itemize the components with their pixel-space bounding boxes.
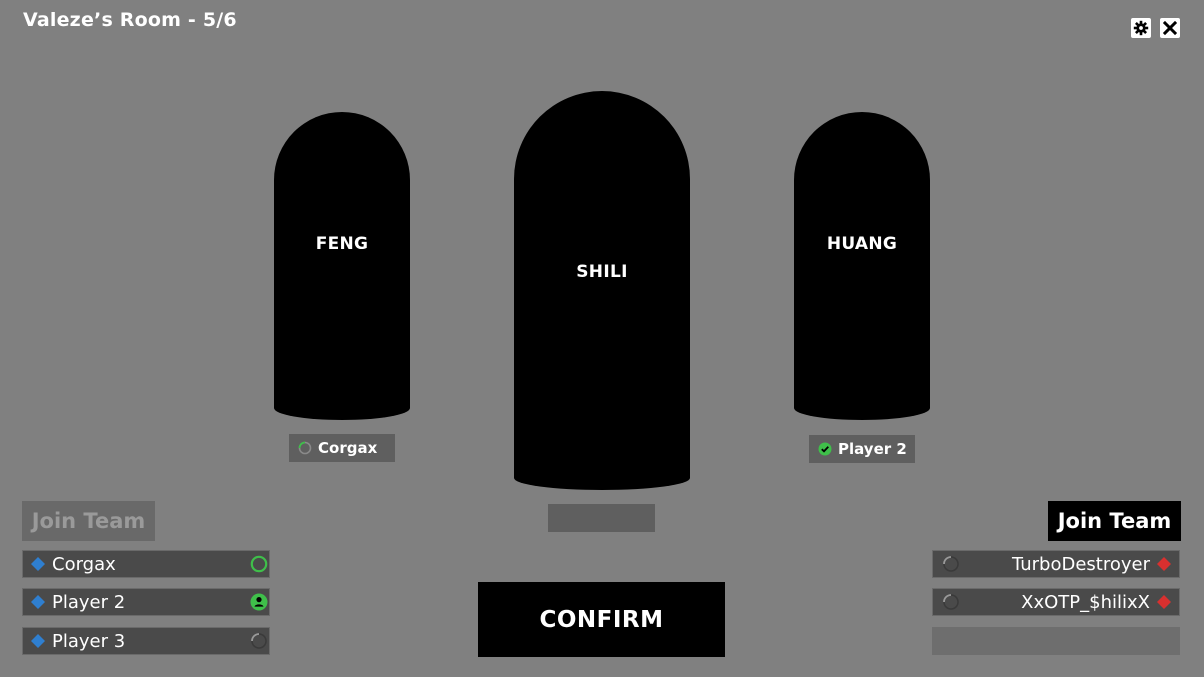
team-marker-icon [1157,595,1171,609]
left-team-player-slot: Player 3 [22,627,270,655]
loading-icon [298,441,312,455]
room-title: Valeze’s Room - 5/6 [23,9,237,31]
settings-button[interactable] [1131,18,1151,38]
left-team-player-slot: Player 2 [22,588,270,616]
character-name: HUANG [826,234,898,254]
loading-icon [941,554,961,574]
gear-icon [1133,20,1149,36]
right-team-player-slot: TurboDestroyer [932,550,1180,578]
close-button[interactable] [1160,18,1180,38]
picker-name: Corgax [318,439,378,457]
team-marker-icon [31,634,45,648]
right-team-player-slot: XxOTP_$hilixX [932,588,1180,616]
character-feng[interactable]: FENG [274,112,410,420]
character-picker-tag-shili [548,504,655,532]
player-name: TurboDestroyer [1011,553,1150,575]
close-icon [1163,21,1177,35]
character-picker-tag-feng: Corgax [289,434,395,462]
loading-icon [941,592,961,612]
character-name: SHILI [576,262,628,282]
join-team-left-button[interactable]: Join Team [22,501,155,541]
team-marker-icon [31,595,45,609]
player-name: Player 2 [52,591,126,613]
status-ring-icon [249,554,269,574]
join-team-right-button[interactable]: Join Team [1048,501,1181,541]
player-name: XxOTP_$hilixX [1021,591,1150,613]
player-name: Corgax [52,553,116,575]
right-team-empty-slot [932,627,1180,655]
left-team-player-slot: Corgax [22,550,270,578]
person-icon [249,592,269,612]
player-name: Player 3 [52,630,126,652]
loading-icon [249,631,269,651]
character-shili[interactable]: SHILI [514,91,690,490]
picker-name: Player 2 [838,440,907,458]
character-huang[interactable]: HUANG [794,112,930,420]
confirm-button[interactable]: CONFIRM [478,582,725,657]
team-marker-icon [31,557,45,571]
team-marker-icon [1157,557,1171,571]
check-circle-icon [818,442,832,456]
character-name: FENG [315,234,369,254]
character-picker-tag-huang: Player 2 [809,435,915,463]
